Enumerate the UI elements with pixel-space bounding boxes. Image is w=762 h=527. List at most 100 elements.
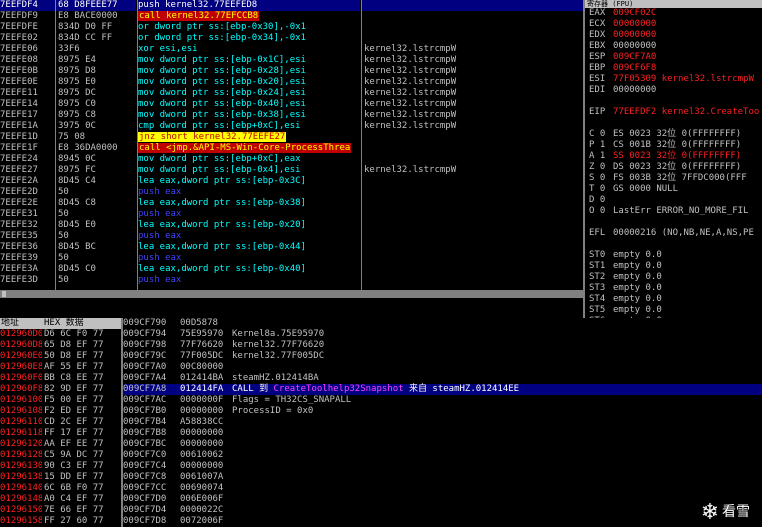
register-value[interactable]: 77EEFDF2 kernel32.CreateToo [613, 107, 759, 117]
cpu-row-comment[interactable] [362, 33, 583, 44]
cpu-row-address[interactable]: 7EEFE35 [0, 231, 55, 242]
register-value[interactable]: DS 0023 32位 0(FFFFFFFF) [613, 162, 741, 172]
cpu-row-hex[interactable]: 8D45 BC [56, 242, 136, 253]
dump-row[interactable]: 012960D0 D6 6C F0 77 [0, 329, 121, 340]
register-value[interactable]: empty 0.0 [613, 250, 662, 260]
register-row[interactable]: O 0 LastErr ERROR_NO_MORE_FIL [585, 206, 762, 217]
cpu-disassembly-pane[interactable]: 7EEFDF4 7EEFDF9 7EEFDFE 7EEFE02 7EEFE06 7EEFE… [0, 0, 583, 290]
stack-row[interactable]: 009CF7A0 00C80000 [123, 362, 762, 373]
dump-row[interactable]: 01296150 7E 66 EF 77 [0, 505, 121, 516]
cpu-row-instruction[interactable]: mov dword ptr ss:[ebp-0x38],esi [138, 110, 360, 121]
cpu-row-comment[interactable] [362, 154, 583, 165]
cpu-row-hex[interactable]: 3975 0C [56, 121, 136, 132]
dump-row[interactable]: 01296128 C5 9A DC 77 [0, 450, 121, 461]
cpu-row-instruction[interactable]: call kernel32.77EFCCB8 [138, 11, 360, 22]
register-row[interactable]: EFL 00000216 (NO,NB,NE,A,NS,PE [585, 228, 762, 239]
cpu-row-hex[interactable]: E8 BACE0000 [56, 11, 136, 22]
register-row[interactable]: EBX 00000000 [585, 41, 762, 52]
cpu-row-hex[interactable]: 33F6 [56, 44, 136, 55]
cpu-row-address[interactable]: 7EEFE1F [0, 143, 55, 154]
register-row[interactable]: ESI 77F05309 kernel32.lstrcmpW [585, 74, 762, 85]
scroll-thumb[interactable] [2, 291, 6, 297]
stack-row[interactable]: 009CF79C 77F005DC kernel32.77F005DC [123, 351, 762, 362]
register-value[interactable]: ES 0023 32位 0(FFFFFFFF) [613, 129, 741, 139]
register-row[interactable]: EBP 009CF6F8 [585, 63, 762, 74]
cpu-row-comment[interactable]: kernel32.lstrcmpW [362, 88, 583, 99]
dump-row[interactable]: 01296130 90 C3 EF 77 [0, 461, 121, 472]
cpu-row-comment[interactable]: kernel32.lstrcmpW [362, 44, 583, 55]
cpu-row-instruction[interactable]: call <jmp.&API-MS-Win-Core-ProcessThrea [138, 143, 360, 154]
cpu-row-comment[interactable] [362, 275, 583, 286]
register-row[interactable] [585, 217, 762, 228]
cpu-row-comment[interactable] [362, 0, 583, 11]
dump-header-address[interactable]: 地址 [1, 318, 19, 329]
cpu-row-address[interactable]: 7EEFDFE [0, 22, 55, 33]
cpu-row-instruction[interactable]: push kernel32.77EEFED8 [138, 0, 360, 11]
register-row[interactable]: ST1 empty 0.0 [585, 261, 762, 272]
register-row[interactable] [585, 239, 762, 250]
register-value[interactable]: FS 003B 32位 7FFDC000(FFF [613, 173, 747, 183]
cpu-row-address[interactable]: 7EEFE2D [0, 187, 55, 198]
register-row[interactable]: T 0 GS 0000 NULL [585, 184, 762, 195]
cpu-row-comment[interactable] [362, 231, 583, 242]
cpu-row-hex[interactable]: 75 08 [56, 132, 136, 143]
cpu-row-comment[interactable]: kernel32.lstrcmpW [362, 110, 583, 121]
dump-row[interactable]: 01296140 6C 6B F0 77 [0, 483, 121, 494]
register-value[interactable]: empty 0.0 [613, 305, 662, 315]
stack-row[interactable]: 009CF7B8 00000000 [123, 428, 762, 439]
register-value[interactable]: 00000216 (NO,NB,NE,A,NS,PE [613, 228, 754, 238]
cpu-row-comment[interactable]: kernel32.lstrcmpW [362, 165, 583, 176]
stack-row[interactable]: 009CF7C4 00000000 [123, 461, 762, 472]
dump-row[interactable]: 012960F0 BB C8 EE 77 [0, 373, 121, 384]
cpu-row-hex[interactable]: 8D45 C4 [56, 176, 136, 187]
register-row[interactable]: A 1 SS 0023 32位 0(FFFFFFFF) [585, 151, 762, 162]
cpu-row-instruction[interactable]: mov dword ptr ss:[ebp-0x40],esi [138, 99, 360, 110]
cpu-row-hex[interactable]: 50 [56, 231, 136, 242]
cpu-row-hex[interactable]: 8975 D8 [56, 66, 136, 77]
cpu-row-address[interactable]: 7EEFE3D [0, 275, 55, 286]
stack-row[interactable]: 009CF794 75E95970 Kernel8a.75E95970 [123, 329, 762, 340]
cpu-row-address[interactable]: 7EEFDF9 [0, 11, 55, 22]
cpu-row-hex[interactable]: 68 D8FEEE77 [56, 0, 136, 11]
register-row[interactable]: EAX 009CF02C [585, 8, 762, 19]
register-value[interactable]: 00000000 [613, 85, 656, 95]
cpu-row-comment[interactable]: kernel32.lstrcmpW [362, 99, 583, 110]
cpu-row-comment[interactable]: kernel32.lstrcmpW [362, 66, 583, 77]
cpu-row-comment[interactable] [362, 242, 583, 253]
cpu-row-address[interactable]: 7EEFE02 [0, 33, 55, 44]
cpu-row-comment[interactable] [362, 11, 583, 22]
dump-row[interactable]: 01296138 15 DD EF 77 [0, 472, 121, 483]
register-row[interactable]: EDI 00000000 [585, 85, 762, 96]
cpu-row-hex[interactable]: 50 [56, 209, 136, 220]
cpu-row-instruction[interactable]: push eax [138, 187, 360, 198]
cpu-row-instruction[interactable]: mov dword ptr ss:[ebp-0x1C],esi [138, 55, 360, 66]
cpu-row-hex[interactable]: 834D D0 FF [56, 22, 136, 33]
registers-pane[interactable]: 寄存器 (FPU) EAX 009CF02C ECX 00000000 EDX 00000… [585, 0, 762, 318]
stack-row[interactable]: 009CF7D8 0072006F [123, 516, 762, 527]
cpu-row-address[interactable]: 7EEFE1A [0, 121, 55, 132]
stack-row[interactable]: 009CF7D0 006E006F [123, 494, 762, 505]
cpu-row-instruction[interactable]: push eax [138, 209, 360, 220]
register-value[interactable]: 00000000 [613, 19, 656, 29]
register-row[interactable]: P 1 CS 001B 32位 0(FFFFFFFF) [585, 140, 762, 151]
cpu-row-address[interactable]: 7EEFE11 [0, 88, 55, 99]
stack-row[interactable]: 009CF7C8 0061007A [123, 472, 762, 483]
cpu-row-comment[interactable]: kernel32.lstrcmpW [362, 77, 583, 88]
cpu-row-hex[interactable]: 8D45 C0 [56, 264, 136, 275]
register-value[interactable]: empty 0.0 [613, 272, 662, 282]
stack-pane[interactable]: 009CF790 00D5878 009CF794 75E95970 Kernel8a.… [123, 318, 762, 527]
cpu-row-address[interactable]: 7EEFE3A [0, 264, 55, 275]
cpu-row-address[interactable]: 7EEFDF4 [0, 0, 55, 11]
cpu-row-instruction[interactable]: push eax [138, 253, 360, 264]
cpu-row-instruction[interactable]: lea eax,dword ptr ss:[ebp-0x40] [138, 264, 360, 275]
cpu-row-hex[interactable]: 8D45 E0 [56, 220, 136, 231]
register-row[interactable]: D 0 [585, 195, 762, 206]
cpu-row-address[interactable]: 7EEFE32 [0, 220, 55, 231]
dump-row[interactable]: 01296148 A0 C4 EF 77 [0, 494, 121, 505]
register-row[interactable] [585, 96, 762, 107]
dump-header-hex[interactable]: HEX 数据 [44, 318, 84, 329]
cpu-row-hex[interactable]: 8945 0C [56, 154, 136, 165]
cpu-row-instruction[interactable]: push eax [138, 275, 360, 286]
dump-row[interactable]: 01296100 F5 00 EF 77 [0, 395, 121, 406]
cpu-row-instruction[interactable]: or dword ptr ss:[ebp-0x34],-0x1 [138, 33, 360, 44]
